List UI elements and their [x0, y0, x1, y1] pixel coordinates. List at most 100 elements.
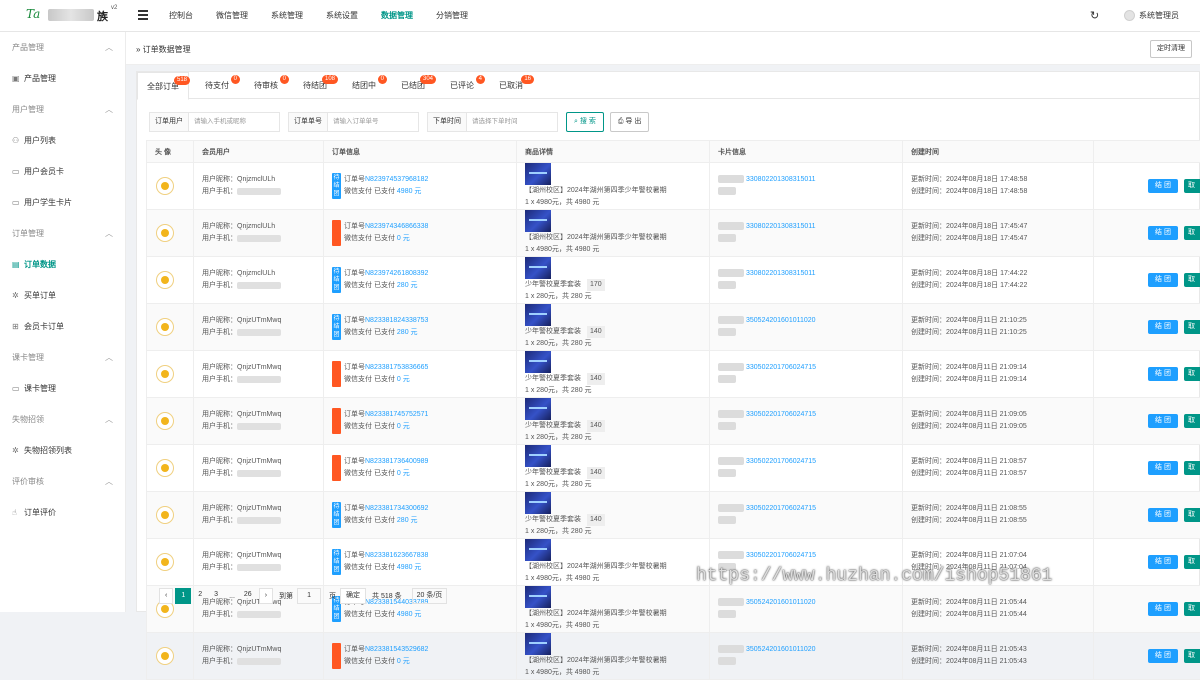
order-number-link[interactable]: N823381543529682: [365, 646, 428, 653]
sidebar-item[interactable]: ▤订单数据: [0, 249, 125, 280]
sidebar-group[interactable]: 产品管理︿: [0, 32, 125, 63]
jietuan-button[interactable]: 结 团: [1148, 226, 1178, 240]
sidebar-item[interactable]: ✲失物招领列表: [0, 435, 125, 466]
jietuan-button[interactable]: 结 团: [1148, 320, 1178, 334]
order-number-link[interactable]: N823381753836665: [365, 364, 428, 371]
goto-confirm-button[interactable]: 确定: [340, 588, 366, 604]
more-action-button[interactable]: 取: [1184, 555, 1200, 569]
more-action-button[interactable]: 取: [1184, 602, 1200, 616]
export-button[interactable]: ⎙ 导 出: [610, 112, 650, 132]
nav-item[interactable]: 分销管理: [436, 0, 468, 32]
order-number-link[interactable]: N823381734300692: [365, 505, 428, 512]
goods-title: 少年警校夏季套装: [525, 375, 581, 382]
order-number-link[interactable]: N823974537968182: [365, 176, 428, 183]
more-action-button[interactable]: 取: [1184, 508, 1200, 522]
tab-5[interactable]: 已结团304: [392, 72, 434, 99]
jietuan-button[interactable]: 结 团: [1148, 555, 1178, 569]
tab-0[interactable]: 全部订单518: [137, 72, 189, 100]
order-number-link[interactable]: N823381824338753: [365, 317, 428, 324]
page-size-select[interactable]: 20 条/页: [412, 588, 448, 604]
jietuan-button[interactable]: 结 团: [1148, 649, 1178, 663]
page-button[interactable]: 1: [175, 588, 191, 604]
card-number-link[interactable]: 350524201601011020: [746, 317, 816, 324]
sidebar-item[interactable]: ▭课卡管理: [0, 373, 125, 404]
order-number-link[interactable]: N823381623667838: [365, 552, 428, 559]
refresh-icon[interactable]: ↻: [1090, 9, 1099, 22]
nav-item[interactable]: 控制台: [169, 0, 193, 32]
next-page-button[interactable]: ›: [259, 588, 273, 604]
nav-item[interactable]: 数据管理: [381, 0, 413, 32]
card-number-link[interactable]: 330802201308315011: [746, 223, 816, 230]
page-input[interactable]: 1: [297, 588, 321, 604]
user-menu[interactable]: 系统管理员: [1124, 10, 1179, 21]
search-button[interactable]: ⌕ 搜 索: [566, 112, 604, 132]
tab-3[interactable]: 待结团108: [294, 72, 336, 99]
card-number-link[interactable]: 330502201706024715: [746, 552, 816, 559]
sidebar-item[interactable]: ▭用户会员卡: [0, 156, 125, 187]
tab-1[interactable]: 待支付0: [196, 72, 238, 99]
card-number-link[interactable]: 350524201601011020: [746, 599, 816, 606]
tab-2[interactable]: 待审核0: [245, 72, 287, 99]
more-action-button[interactable]: 取: [1184, 226, 1200, 240]
tab-4[interactable]: 结团中0: [343, 72, 385, 99]
tab-6[interactable]: 已评论4: [441, 72, 483, 99]
more-action-button[interactable]: 取: [1184, 414, 1200, 428]
more-action-button[interactable]: 取: [1184, 461, 1200, 475]
order-number-link[interactable]: N823974261808392: [365, 270, 428, 277]
jietuan-button[interactable]: 结 团: [1148, 461, 1178, 475]
sidebar-item[interactable]: ⚇用户列表: [0, 125, 125, 156]
sidebar-group[interactable]: 订单管理︿: [0, 218, 125, 249]
jietuan-button[interactable]: 结 团: [1148, 273, 1178, 287]
filter-user-input[interactable]: 请输入手机或昵称: [189, 112, 280, 132]
sidebar-group[interactable]: 课卡管理︿: [0, 342, 125, 373]
sidebar-item[interactable]: ☝订单评价: [0, 497, 125, 528]
payment-line: 微信支付 已支付 4980 元: [344, 186, 428, 198]
nav-item[interactable]: 微信管理: [216, 0, 248, 32]
tab-7[interactable]: 已取消16: [490, 72, 532, 99]
filter-order-input[interactable]: 请输入订单单号: [328, 112, 419, 132]
sidebar-item[interactable]: ▭用户学生卡片: [0, 187, 125, 218]
more-action-button[interactable]: 取: [1184, 320, 1200, 334]
app-logo[interactable]: Ta 族 v2: [18, 6, 128, 24]
card-number-link[interactable]: 350524201601011020: [746, 646, 816, 653]
filter-time-input[interactable]: 请选择下单时间: [467, 112, 558, 132]
goods-info: 少年警校夏季套装1401 x 280元，共 280 元: [525, 514, 680, 538]
prev-page-button[interactable]: ‹: [159, 588, 173, 604]
timed-clean-button[interactable]: 定时清理: [1150, 40, 1192, 58]
more-action-button[interactable]: 取: [1184, 179, 1200, 193]
jietuan-button[interactable]: 结 团: [1148, 414, 1178, 428]
jietuan-button[interactable]: 结 团: [1148, 367, 1178, 381]
tab-label: 结团中: [352, 81, 376, 90]
jietuan-button[interactable]: 结 团: [1148, 508, 1178, 522]
sidebar-group[interactable]: 评价审核︿: [0, 466, 125, 497]
card-number-link[interactable]: 330802201308315011: [746, 270, 816, 277]
more-action-button[interactable]: 取: [1184, 273, 1200, 287]
page-button[interactable]: 3: [209, 588, 223, 604]
sidebar-group[interactable]: 用户管理︿: [0, 94, 125, 125]
jietuan-button[interactable]: 结 团: [1148, 179, 1178, 193]
order-number-link[interactable]: N823974346866338: [365, 223, 428, 230]
sidebar-item[interactable]: ⊞会员卡订单: [0, 311, 125, 342]
sidebar-group[interactable]: 失物招领︿: [0, 404, 125, 435]
page-button[interactable]: 26: [239, 588, 257, 604]
card-number-link[interactable]: 330802201308315011: [746, 176, 816, 183]
menu-toggle-icon[interactable]: [138, 10, 148, 20]
nav-item[interactable]: 系统设置: [326, 0, 358, 32]
status-badge: 未支付: [332, 361, 341, 387]
search-button-label: 搜 索: [580, 118, 596, 125]
order-number-link[interactable]: N823381736400989: [365, 458, 428, 465]
page-button[interactable]: 2: [193, 588, 207, 604]
card-number-link[interactable]: 330502201706024715: [746, 411, 816, 418]
card-number-link[interactable]: 330502201706024715: [746, 505, 816, 512]
sidebar-item[interactable]: ✲买单订单: [0, 280, 125, 311]
column-header[interactable]: 创建时间: [903, 141, 1094, 163]
card-number-link[interactable]: 330502201706024715: [746, 458, 816, 465]
nav-item[interactable]: 系统管理: [271, 0, 303, 32]
order-number-link[interactable]: N823381745752571: [365, 411, 428, 418]
jietuan-button[interactable]: 结 团: [1148, 602, 1178, 616]
card-number-link[interactable]: 330502201706024715: [746, 364, 816, 371]
sidebar-item[interactable]: ▣产品管理: [0, 63, 125, 94]
goods-stock: 140: [587, 514, 605, 526]
more-action-button[interactable]: 取: [1184, 649, 1200, 663]
more-action-button[interactable]: 取: [1184, 367, 1200, 381]
